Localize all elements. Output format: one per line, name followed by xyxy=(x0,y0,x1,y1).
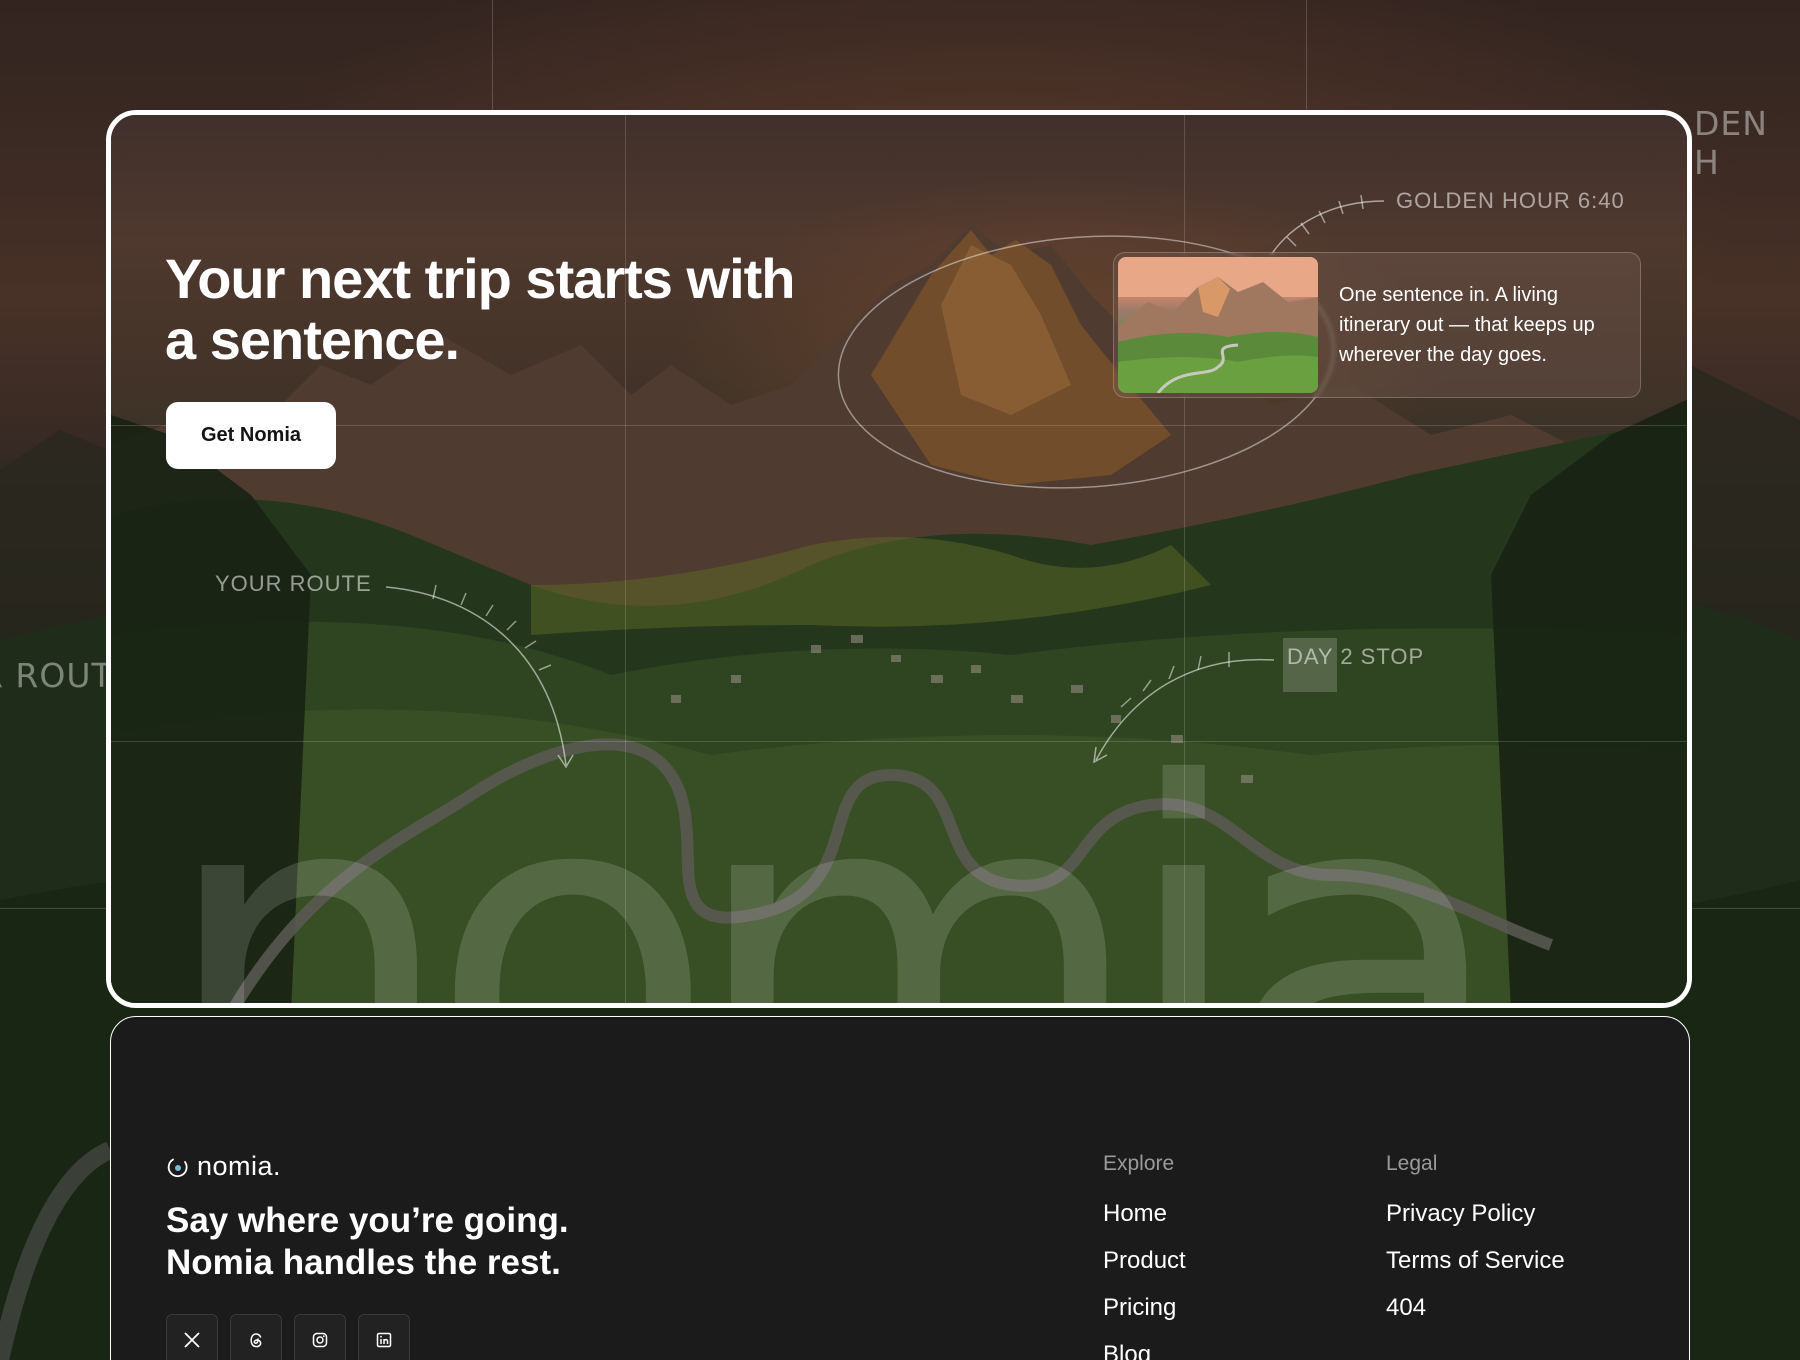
hero-card: nomia Your next trip starts with a sente… xyxy=(106,110,1692,1008)
footer-logo[interactable]: nomia. xyxy=(167,1151,281,1182)
footer-link-404[interactable]: 404 xyxy=(1386,1294,1565,1341)
footer-link-blog[interactable]: Blog xyxy=(1103,1341,1186,1360)
footer-link-product[interactable]: Product xyxy=(1103,1247,1186,1294)
instagram-icon xyxy=(312,1332,328,1348)
footer-link-home[interactable]: Home xyxy=(1103,1200,1186,1247)
explore-nav: Explore Home Product Pricing Blog xyxy=(1103,1152,1186,1360)
x-icon xyxy=(184,1332,200,1348)
linkedin-icon xyxy=(376,1332,392,1348)
threads-icon xyxy=(250,1333,262,1348)
grid-line xyxy=(1306,0,1307,110)
info-card: One sentence in. A living itinerary out … xyxy=(1113,252,1641,398)
footer-card: nomia. Say where you’re going. Nomia han… xyxy=(110,1016,1690,1360)
brand-watermark: nomia xyxy=(159,686,1509,1008)
social-links xyxy=(166,1314,410,1360)
logo-mark-icon xyxy=(167,1158,188,1177)
instagram-social-button[interactable] xyxy=(294,1314,346,1360)
route-annotation: YOUR ROUTE xyxy=(215,571,372,596)
grid-line xyxy=(0,908,106,909)
explore-heading: Explore xyxy=(1103,1152,1175,1175)
legal-nav: Legal Privacy Policy Terms of Service 40… xyxy=(1386,1152,1565,1341)
background-annotation-left: R ROUT xyxy=(0,656,113,695)
day-stop-annotation: DAY 2 STOP xyxy=(1287,644,1425,669)
threads-social-button[interactable] xyxy=(230,1314,282,1360)
get-nomia-button[interactable]: Get Nomia xyxy=(166,402,336,469)
thumbnail-landscape xyxy=(1118,257,1318,393)
hero-title: Your next trip starts with a sentence. xyxy=(165,247,795,371)
info-card-text: One sentence in. A living itinerary out … xyxy=(1339,284,1595,366)
mountain-thumbnail xyxy=(1118,257,1318,393)
grid-line xyxy=(492,0,493,110)
footer-link-pricing[interactable]: Pricing xyxy=(1103,1294,1186,1341)
footer-tagline: Say where you’re going. Nomia handles th… xyxy=(166,1201,569,1282)
grid-line xyxy=(111,425,1687,426)
linkedin-social-button[interactable] xyxy=(358,1314,410,1360)
grid-line xyxy=(1692,908,1800,909)
background-annotation-right: DEN H xyxy=(1694,104,1768,182)
golden-hour-annotation: GOLDEN HOUR 6:40 xyxy=(1396,188,1625,213)
footer-link-privacy-policy[interactable]: Privacy Policy xyxy=(1386,1200,1565,1247)
logo-text: nomia. xyxy=(197,1151,282,1181)
legal-heading: Legal xyxy=(1386,1152,1438,1175)
x-social-button[interactable] xyxy=(166,1314,218,1360)
footer-link-terms-of-service[interactable]: Terms of Service xyxy=(1386,1247,1565,1294)
